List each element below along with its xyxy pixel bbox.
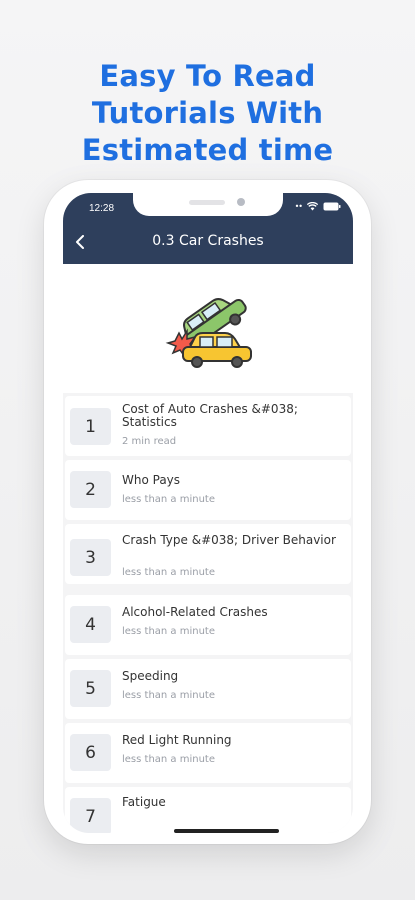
lesson-item-5[interactable]: 5 Speeding less than a minute [65,659,351,719]
phone-notch [133,193,283,216]
lesson-duration: less than a minute [122,567,216,578]
phone-screen: 12:28 •• 0.3 Car Crashes 1 Cost of Auto … [63,193,353,833]
car-crash-icon [165,298,252,368]
lesson-number: 2 [70,471,111,508]
status-icons: •• [295,202,341,211]
hero-banner [63,264,353,393]
app-header: 12:28 •• 0.3 Car Crashes [63,193,353,264]
lesson-number: 3 [70,539,111,576]
battery-icon [323,202,341,211]
lesson-duration: less than a minute [122,626,216,637]
lesson-duration: less than a minute [122,494,216,505]
cellular-dots-icon: •• [294,202,304,211]
phone-frame: 12:28 •• 0.3 Car Crashes 1 Cost of Auto … [44,180,371,844]
headline-line-1: Easy To Read [99,59,316,93]
lesson-number: 1 [70,408,111,445]
lesson-title: Alcohol-Related Crashes [122,605,268,619]
lesson-number: 6 [70,734,111,771]
lesson-number: 5 [70,670,111,707]
home-indicator[interactable] [174,829,279,833]
speaker-grille [189,200,225,205]
lesson-item-2[interactable]: 2 Who Pays less than a minute [65,460,351,520]
lesson-item-1[interactable]: 1 Cost of Auto Crashes &#038; Statistics… [65,396,351,456]
lesson-number: 7 [70,798,111,833]
headline-line-2: Tutorials With [91,96,324,130]
lesson-title: Who Pays [122,473,181,487]
lesson-title: Crash Type &#038; Driver Behavior [122,533,336,547]
wifi-icon [307,202,318,211]
lesson-title: Red Light Running [122,733,232,747]
lesson-number: 4 [70,606,111,643]
lesson-duration: 2 min read [122,436,177,447]
headline-line-3: Estimated time [81,133,334,167]
lesson-item-3[interactable]: 3 Crash Type &#038; Driver Behavior less… [65,524,351,584]
lesson-item-6[interactable]: 6 Red Light Running less than a minute [65,723,351,783]
status-time: 12:28 [89,203,115,214]
front-camera [237,198,245,206]
lesson-title: Speeding [122,669,179,683]
lesson-title: Cost of Auto Crashes &#038; Statistics [122,402,298,429]
lesson-item-7[interactable]: 7 Fatigue [65,787,351,833]
lesson-duration: less than a minute [122,754,216,765]
lesson-item-4[interactable]: 4 Alcohol-Related Crashes less than a mi… [65,595,351,655]
promo-headline: Easy To Read Tutorials With Estimated ti… [0,58,415,169]
lesson-duration: less than a minute [122,690,216,701]
lesson-title: Fatigue [122,795,166,809]
page-title: 0.3 Car Crashes [152,233,264,249]
